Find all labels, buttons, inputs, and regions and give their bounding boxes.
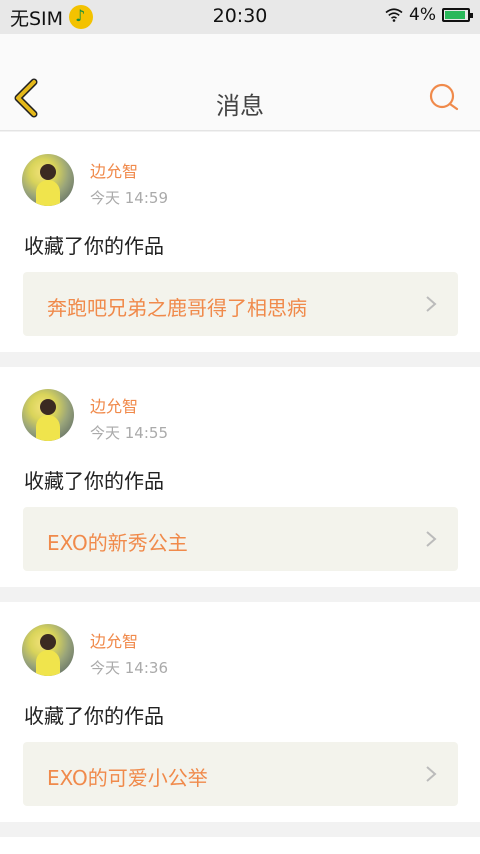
avatar[interactable] xyxy=(22,624,74,676)
action-text: 收藏了你的作品 xyxy=(24,234,164,258)
chevron-right-icon xyxy=(426,531,437,547)
message-card: 边允智 今天 14:36 收藏了你的作品 EXO的可爱小公举 xyxy=(0,602,480,822)
status-bar-right: 4% xyxy=(385,5,473,25)
work-link[interactable]: EXO的新秀公主 xyxy=(23,507,458,571)
work-link[interactable]: EXO的可爱小公举 xyxy=(23,742,458,806)
battery-percent: 4% xyxy=(409,5,436,25)
timestamp: 今天 14:55 xyxy=(90,424,168,442)
action-text: 收藏了你的作品 xyxy=(24,704,164,728)
work-title: EXO的新秀公主 xyxy=(47,531,188,555)
status-bar: 无SIM 20:30 4% xyxy=(0,0,480,34)
message-card: 边允智 今天 14:59 收藏了你的作品 奔跑吧兄弟之鹿哥得了相思病 xyxy=(0,132,480,352)
timestamp: 今天 14:59 xyxy=(90,189,168,207)
work-title: 奔跑吧兄弟之鹿哥得了相思病 xyxy=(47,296,307,320)
message-card: 边允智 今天 14:55 收藏了你的作品 EXO的新秀公主 xyxy=(0,367,480,587)
username[interactable]: 边允智 xyxy=(90,628,138,652)
page-title: 消息 xyxy=(216,92,264,120)
header-bar: 消息 xyxy=(0,34,480,131)
timestamp: 今天 14:36 xyxy=(90,659,168,677)
battery-icon xyxy=(442,8,473,22)
chevron-right-icon xyxy=(426,766,437,782)
action-text: 收藏了你的作品 xyxy=(24,469,164,493)
work-title: EXO的可爱小公举 xyxy=(47,766,208,790)
search-button[interactable] xyxy=(428,82,460,114)
work-link[interactable]: 奔跑吧兄弟之鹿哥得了相思病 xyxy=(23,272,458,336)
avatar[interactable] xyxy=(22,389,74,441)
message-card-partial xyxy=(0,837,480,854)
username[interactable]: 边允智 xyxy=(90,158,138,182)
search-icon xyxy=(429,83,459,111)
avatar[interactable] xyxy=(22,154,74,206)
username[interactable]: 边允智 xyxy=(90,393,138,417)
chevron-right-icon xyxy=(426,296,437,312)
wifi-icon xyxy=(385,8,403,22)
